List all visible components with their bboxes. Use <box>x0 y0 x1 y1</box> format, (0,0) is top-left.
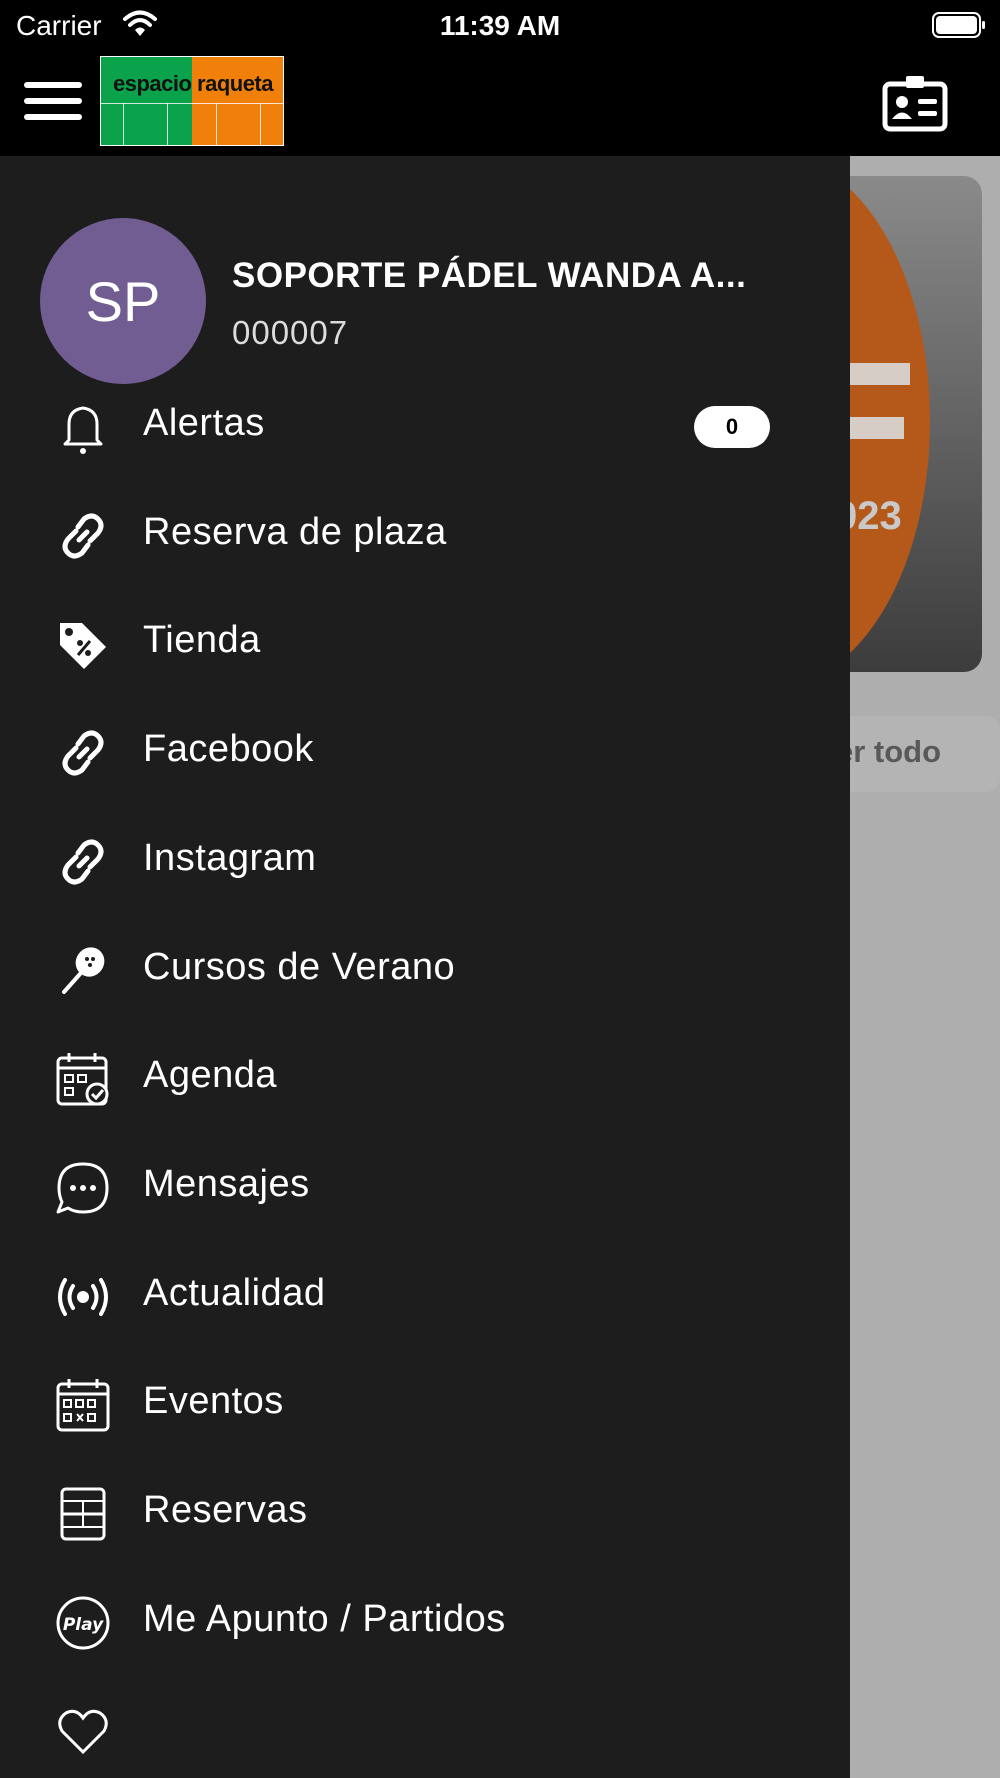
hamburger-line <box>24 114 82 120</box>
menu-item-label: Me Apunto / Partidos <box>143 1597 506 1640</box>
broadcast-icon <box>58 1277 108 1316</box>
id-card-icon[interactable] <box>882 72 948 132</box>
svg-text:Play: Play <box>63 1615 104 1635</box>
menu-item-eventos[interactable]: Eventos <box>0 1350 850 1458</box>
menu-item-partial[interactable] <box>0 1676 850 1778</box>
bell-icon <box>63 406 103 454</box>
menu-item-cursos-de-verano[interactable]: Cursos de Verano <box>0 916 850 1024</box>
tag-icon <box>60 623 106 670</box>
menu-item-label: Cursos de Verano <box>143 945 456 988</box>
menu-item-facebook[interactable]: Facebook <box>0 698 850 806</box>
menu-item-actualidad[interactable]: Actualidad <box>0 1242 850 1350</box>
menu-item-label: Facebook <box>143 728 314 771</box>
menu-item-tienda[interactable]: Tienda <box>0 589 850 697</box>
link-icon <box>62 730 104 776</box>
heart-icon <box>58 1710 108 1755</box>
calendar-check-icon <box>56 1053 109 1106</box>
hamburger-line <box>24 98 82 104</box>
menu-item-me-apunto-partidos[interactable]: Play Me Apunto / Partidos <box>0 1568 850 1676</box>
link-icon <box>62 839 104 885</box>
user-name: SOPORTE PÁDEL WANDA A... <box>232 256 747 295</box>
menu-item-label: Agenda <box>143 1054 278 1097</box>
side-drawer: SP SOPORTE PÁDEL WANDA A... 000007 Alert… <box>0 156 850 1778</box>
logo-text: espacio raqueta <box>112 71 274 96</box>
menu-item-agenda[interactable]: Agenda <box>0 1024 850 1132</box>
avatar[interactable]: SP <box>40 218 206 384</box>
app-logo: espacio raqueta <box>100 56 284 146</box>
menu-item-mensajes[interactable]: Mensajes <box>0 1133 850 1241</box>
status-bar: Carrier 11:39 AM <box>0 0 1000 50</box>
menu-item-label: Tienda <box>143 619 261 662</box>
status-time: 11:39 AM <box>439 10 561 41</box>
chat-icon <box>56 1162 109 1214</box>
link-icon <box>62 513 104 559</box>
menu-item-label: Reserva de plaza <box>143 510 447 553</box>
menu-item-alertas[interactable]: Alertas 0 <box>0 372 850 480</box>
battery-icon <box>932 12 985 38</box>
menu-item-reserva-de-plaza[interactable]: Reserva de plaza <box>0 481 850 589</box>
menu-item-reservas[interactable]: Reservas <box>0 1459 850 1567</box>
racket-icon <box>62 946 105 994</box>
menu-item-label: Eventos <box>143 1380 284 1423</box>
avatar-initials: SP <box>85 269 161 333</box>
see-all-label: er todo <box>836 734 942 769</box>
alerts-count-badge: 0 <box>694 406 770 448</box>
menu-item-label: Reservas <box>143 1489 308 1531</box>
menu-item-label: Mensajes <box>143 1162 310 1205</box>
menu-item-instagram[interactable]: Instagram <box>0 807 850 915</box>
menu-item-label: Alertas <box>143 402 265 444</box>
app-bar: espacio raqueta <box>0 50 1000 156</box>
menu-toggle-button[interactable] <box>24 78 82 128</box>
hamburger-line <box>24 82 82 88</box>
play-icon: Play <box>56 1596 110 1650</box>
court-icon <box>60 1487 106 1541</box>
user-id: 000007 <box>232 314 349 351</box>
menu-item-label: Instagram <box>143 836 317 879</box>
menu-item-label: Actualidad <box>143 1271 326 1314</box>
calendar-grid-icon <box>56 1379 110 1432</box>
